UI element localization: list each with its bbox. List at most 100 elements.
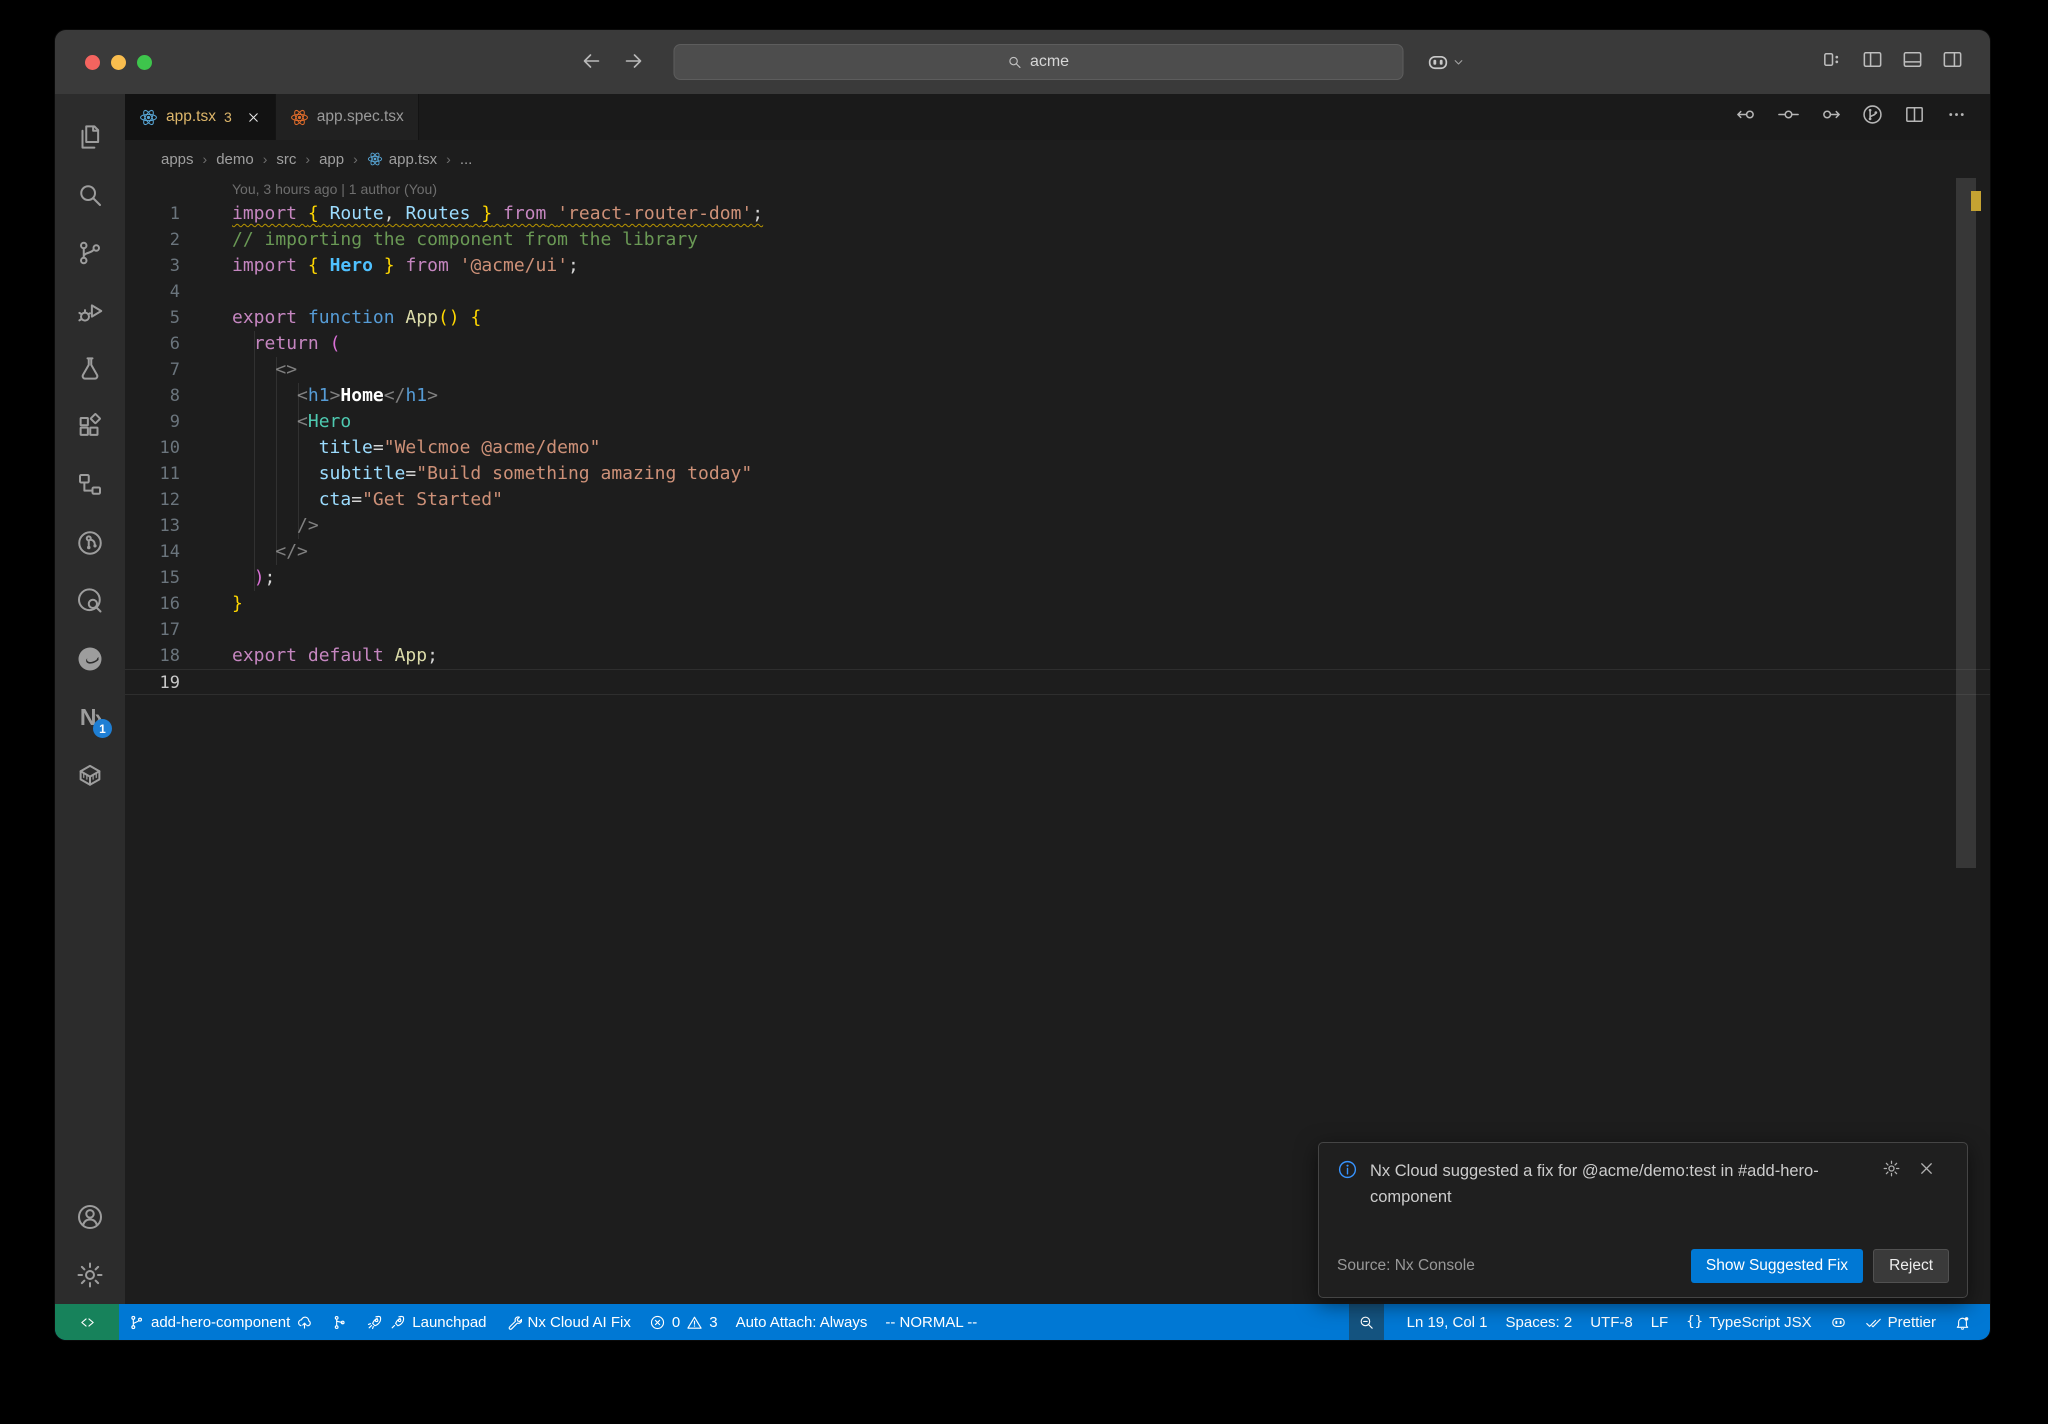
code-line-7[interactable]: 7 <> [125,357,1990,383]
code-line-14[interactable]: 14 </> [125,539,1990,565]
code-line-16[interactable]: 16} [125,591,1990,617]
status-cursor-position[interactable]: Ln 19, Col 1 [1398,1304,1497,1340]
run-target-icon[interactable] [1861,103,1884,131]
code-line-1[interactable]: 1 import { Route, Routes } from 'react-ro… [125,201,1990,227]
customize-layout-icon[interactable] [1821,48,1844,76]
activity-bar-item-source-control[interactable] [66,224,114,282]
extensions-icon [75,412,105,442]
activity-bar-item-nx-console[interactable]: N› 1 [66,688,114,746]
status-formatter[interactable]: Prettier [1856,1304,1945,1340]
toggle-primary-sidebar-icon[interactable] [1861,48,1884,76]
activity-bar-item-run-and-debug[interactable] [66,282,114,340]
navigate-forward-icon[interactable] [621,49,647,75]
breadcrumb-item-apps[interactable]: apps [161,151,194,168]
notification-toast: Nx Cloud suggested a fix for @acme/demo:… [1318,1142,1968,1298]
minimize-window-button[interactable] [111,54,126,70]
line-number: 3 [169,256,180,276]
line-number: 18 [159,646,180,666]
tab-bar: app.tsx 3 app.spec.tsx [125,94,1990,140]
status-encoding[interactable]: UTF-8 [1581,1304,1642,1340]
status-indentation[interactable]: Spaces: 2 [1497,1304,1582,1340]
code-line-6[interactable]: 6 return ( [125,331,1990,357]
status-text: Auto Attach: Always [735,1313,868,1331]
notification-message: Nx Cloud suggested a fix for @acme/demo:… [1370,1162,1819,1206]
activity-bar: N› 1 [55,94,125,1304]
code-line-3[interactable]: 3 import { Hero } from '@acme/ui'; [125,253,1990,279]
activity-bar-item-settings[interactable] [66,1246,114,1304]
status-nx-cloud-ai-fix[interactable]: Nx Cloud AI Fix [496,1304,640,1340]
tab-app-tsx[interactable]: app.tsx 3 [125,94,276,140]
code-line-15[interactable]: 15 ); [125,565,1990,591]
next-change-icon[interactable] [1819,103,1842,131]
line-number: 17 [159,620,180,640]
code-editor[interactable]: You, 3 hours ago | 1 author (You) 1 impor… [125,178,1990,1304]
status-language-mode[interactable]: {} TypeScript JSX [1677,1304,1820,1340]
activity-bar-item-gitlens[interactable] [66,514,114,572]
code-line-11[interactable]: 11 subtitle="Build something amazing tod… [125,461,1990,487]
close-window-button[interactable] [85,54,100,70]
editor-scrollbar[interactable] [1956,178,1976,868]
code-line-17[interactable]: 17 [125,617,1990,643]
previous-change-icon[interactable] [1735,103,1758,131]
code-line-12[interactable]: 12 cta="Get Started" [125,487,1990,513]
activity-bar-item-dependencies[interactable] [66,456,114,514]
command-center-search[interactable]: acme [673,44,1403,80]
code-line-9[interactable]: 9 <Hero [125,409,1990,435]
breadcrumb-item-[interactable]: ... [460,151,473,168]
status-problems[interactable]: 03 [640,1304,727,1340]
split-editor-icon[interactable] [1903,103,1926,131]
breadcrumb-item-demo[interactable]: demo [216,151,254,168]
activity-bar-item-edge-tools[interactable] [66,630,114,688]
navigate-back-icon[interactable] [579,49,605,75]
status-git-branch[interactable]: add-hero-component [119,1304,322,1340]
code-line-18[interactable]: 18 export default App; [125,643,1990,669]
edge-tools-icon [75,644,105,674]
status-auto-attach[interactable]: Auto Attach: Always [727,1304,877,1340]
status-copilot-status[interactable] [1821,1304,1856,1340]
status-notifications-bell[interactable] [1945,1304,1980,1340]
breadcrumb-item-app[interactable]: app [319,151,344,168]
maximize-window-button[interactable] [137,54,152,70]
breadcrumb-item-apptsx[interactable]: app.tsx [367,151,437,168]
more-actions-icon[interactable] [1945,103,1968,131]
code-line-8[interactable]: 8 <h1>Home</h1> [125,383,1990,409]
status-launchpad[interactable]: Launchpad [357,1304,495,1340]
code-line-5[interactable]: 5 export function App() { [125,305,1990,331]
tab-close-icon[interactable] [246,110,261,125]
status-commit-graph[interactable] [322,1304,357,1340]
status-zoom[interactable] [1348,1304,1384,1340]
notification-settings-gear-icon[interactable] [1882,1159,1901,1210]
code-line-10[interactable]: 10 title="Welcmoe @acme/demo" [125,435,1990,461]
status-text: 3 [709,1313,718,1331]
code-line-2[interactable]: 2// importing the component from the lib… [125,227,1990,253]
code-line-4[interactable]: 4 [125,279,1990,305]
breadcrumb-item-src[interactable]: src [276,151,296,168]
status-eol[interactable]: LF [1642,1304,1678,1340]
show-suggested-fix-button[interactable]: Show Suggested Fix [1690,1249,1864,1283]
accounts-icon [75,1202,105,1232]
code-line-13[interactable]: 13 /> [125,513,1990,539]
toggle-panel-icon[interactable] [1901,48,1924,76]
status-vim-mode[interactable]: -- NORMAL -- [876,1304,986,1340]
gitlens-icon [75,528,105,558]
line-number: 13 [159,516,180,536]
activity-bar-item-search[interactable] [66,166,114,224]
code-line-19[interactable]: 19 [125,669,1990,695]
chevron-down-icon[interactable] [1450,54,1466,70]
status-remote-indicator[interactable] [55,1304,119,1340]
activity-bar-item-code-inspect[interactable] [66,572,114,630]
activity-bar-item-accounts[interactable] [66,1188,114,1246]
react-icon [290,108,309,127]
line-number: 15 [159,568,180,588]
activity-bar-item-testing[interactable] [66,340,114,398]
activity-bar-item-explorer[interactable] [66,108,114,166]
braces-icon: {} [1686,1314,1704,1330]
activity-bar-item-containers[interactable] [66,746,114,804]
tab-app-spec-tsx[interactable]: app.spec.tsx [275,94,419,140]
activity-bar-item-extensions[interactable] [66,398,114,456]
toggle-secondary-sidebar-icon[interactable] [1941,48,1964,76]
notification-close-icon[interactable] [1917,1159,1936,1210]
copilot-icon[interactable] [1425,50,1450,75]
current-change-icon[interactable] [1777,103,1800,131]
reject-button[interactable]: Reject [1873,1249,1949,1283]
